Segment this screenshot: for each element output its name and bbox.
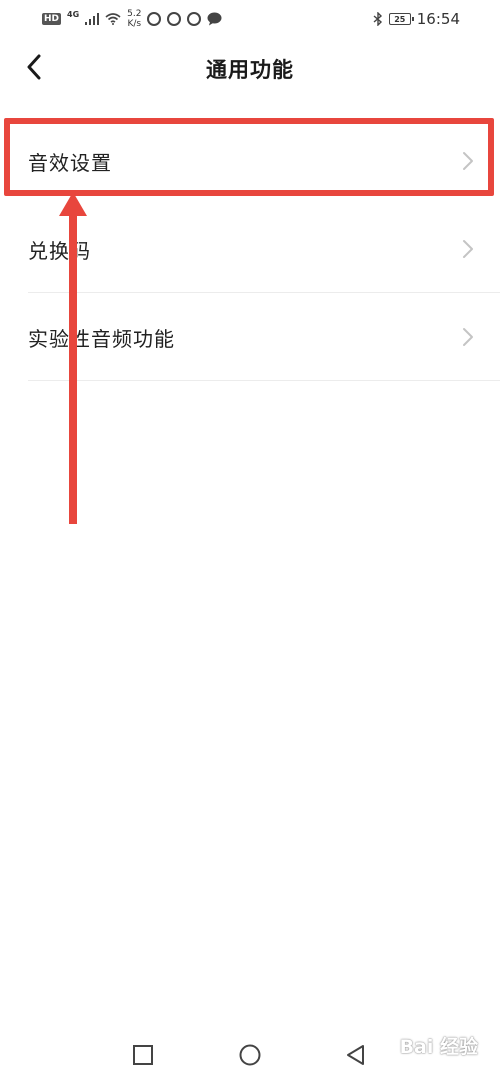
back-arrow-icon <box>27 54 41 80</box>
app-notification-icon <box>187 12 202 26</box>
back-triangle-icon[interactable] <box>345 1044 367 1066</box>
menu-item-experimental-audio[interactable]: 实验性音频功能 <box>0 293 500 381</box>
chevron-right-icon <box>463 328 473 346</box>
speed-unit: K/s <box>127 19 142 29</box>
menu-item-label: 实验性音频功能 <box>28 326 175 351</box>
status-left: HD 4G 5.2 K/s <box>42 9 222 29</box>
menu-item-sound-effects[interactable]: 音效设置 <box>0 117 500 205</box>
recent-apps-icon[interactable] <box>132 1044 154 1066</box>
settings-list: 音效设置 兑换码 实验性音频功能 <box>0 117 500 381</box>
wifi-icon <box>105 13 121 25</box>
signal-icon <box>85 13 100 25</box>
menu-item-label: 兑换码 <box>28 238 91 263</box>
bluetooth-icon <box>373 12 382 26</box>
app-notification-icon <box>147 12 162 26</box>
page-title: 通用功能 <box>206 58 294 82</box>
network-speed: 5.2 K/s <box>127 9 141 29</box>
status-bar: HD 4G 5.2 K/s 25 16:54 <box>0 0 500 38</box>
header: 通用功能 <box>0 38 500 100</box>
status-right: 25 16:54 <box>373 10 460 28</box>
menu-item-label: 音效设置 <box>28 150 112 175</box>
clock: 16:54 <box>416 10 460 28</box>
message-icon <box>207 12 222 26</box>
system-nav-bar <box>0 1024 500 1084</box>
battery-level: 25 <box>394 14 406 24</box>
back-button[interactable] <box>22 52 46 82</box>
battery-icon: 25 <box>388 13 414 25</box>
chevron-right-icon <box>463 240 473 258</box>
chevron-right-icon <box>463 152 473 170</box>
hd-badge: HD <box>42 13 62 25</box>
app-notification-icon <box>167 12 182 26</box>
network-type: 4G <box>67 9 80 19</box>
speed-value: 5.2 <box>127 9 142 19</box>
menu-item-redeem-code[interactable]: 兑换码 <box>0 205 500 293</box>
home-icon[interactable] <box>239 1044 261 1066</box>
divider <box>28 380 500 381</box>
